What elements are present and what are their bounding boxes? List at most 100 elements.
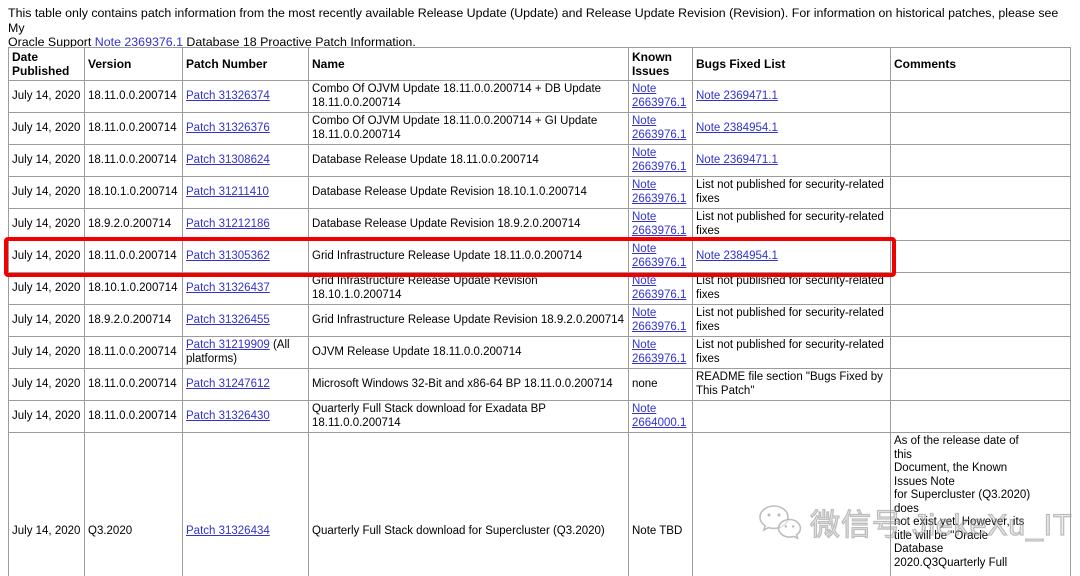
table-row: July 14, 202018.11.0.0.200714Patch 31305…: [9, 241, 1071, 273]
known-issues-link[interactable]: Note 2663976.1: [632, 83, 686, 109]
cell-date-published: July 14, 2020: [9, 81, 85, 113]
known-issues-link[interactable]: Note 2663976.1: [632, 211, 686, 237]
cell-version: 18.9.2.0.200714: [85, 209, 183, 241]
cell-date-published: July 14, 2020: [9, 113, 85, 145]
column-header-version: Version: [85, 48, 183, 81]
cell-version: 18.9.2.0.200714: [85, 305, 183, 337]
cell-bugs-fixed: List not published for security-related …: [693, 337, 891, 369]
patch-link[interactable]: Patch 31326434: [186, 525, 270, 537]
cell-name: Database Release Update 18.11.0.0.200714: [309, 145, 629, 177]
patch-link[interactable]: Patch 31247612: [186, 378, 270, 390]
cell-version: 18.11.0.0.200714: [85, 337, 183, 369]
known-issues-link[interactable]: Note 2663976.1: [632, 275, 686, 301]
cell-patch-number: Patch 31326455: [183, 305, 309, 337]
cell-name: Grid Infrastructure Release Update Revis…: [309, 305, 629, 337]
column-header-comments: Comments: [891, 48, 1071, 81]
bugs-fixed-text: List not published for security-related …: [696, 211, 884, 237]
bugs-fixed-link[interactable]: Note 2369471.1: [696, 90, 778, 102]
table-row: July 14, 202018.11.0.0.200714Patch 31219…: [9, 337, 1071, 369]
patch-link[interactable]: Patch 31326376: [186, 122, 270, 134]
table-row: July 14, 202018.11.0.0.200714Patch 31326…: [9, 81, 1071, 113]
table-row: July 14, 202018.11.0.0.200714Patch 31326…: [9, 113, 1071, 145]
cell-comments: [891, 337, 1071, 369]
cell-bugs-fixed: List not published for security-related …: [693, 305, 891, 337]
cell-bugs-fixed: Note 2369471.1: [693, 81, 891, 113]
cell-patch-number: Patch 31326374: [183, 81, 309, 113]
cell-comments: [891, 177, 1071, 209]
known-issues-link[interactable]: Note 2663976.1: [632, 179, 686, 205]
cell-date-published: July 14, 2020: [9, 401, 85, 433]
bugs-fixed-link[interactable]: Note 2369471.1: [696, 154, 778, 166]
cell-comments: [891, 81, 1071, 113]
cell-version: 18.11.0.0.200714: [85, 369, 183, 401]
patch-link[interactable]: Patch 31212186: [186, 218, 270, 230]
cell-known-issues: none: [629, 369, 693, 401]
cell-patch-number: Patch 31308624: [183, 145, 309, 177]
cell-comments: As of the release date of this Document,…: [891, 433, 1071, 576]
known-issues-link[interactable]: Note 2663976.1: [632, 339, 686, 365]
cell-version: 18.11.0.0.200714: [85, 113, 183, 145]
cell-known-issues: Note 2663976.1: [629, 337, 693, 369]
cell-name: Combo Of OJVM Update 18.11.0.0.200714 + …: [309, 113, 629, 145]
patch-link[interactable]: Patch 31308624: [186, 154, 270, 166]
known-issues-link[interactable]: Note 2663976.1: [632, 307, 686, 333]
cell-known-issues: Note TBD: [629, 433, 693, 576]
cell-date-published: July 14, 2020: [9, 305, 85, 337]
cell-date-published: July 14, 2020: [9, 145, 85, 177]
column-header-bugs: Bugs Fixed List: [693, 48, 891, 81]
intro-line1: This table only contains patch informati…: [8, 6, 1058, 35]
patch-link[interactable]: Patch 31326455: [186, 314, 270, 326]
cell-known-issues: Note 2663976.1: [629, 177, 693, 209]
cell-date-published: July 14, 2020: [9, 177, 85, 209]
column-header-known: Known Issues: [629, 48, 693, 81]
cell-comments: [891, 113, 1071, 145]
cell-comments: [891, 145, 1071, 177]
patch-link[interactable]: Patch 31326430: [186, 410, 270, 422]
patch-link[interactable]: Patch 31326374: [186, 90, 270, 102]
cell-bugs-fixed: Note 2384954.1: [693, 113, 891, 145]
cell-bugs-fixed: Note 2384954.1: [693, 241, 891, 273]
cell-bugs-fixed: [693, 401, 891, 433]
cell-bugs-fixed: List not published for security-related …: [693, 209, 891, 241]
cell-known-issues: Note 2663976.1: [629, 81, 693, 113]
cell-version: Q3.2020: [85, 433, 183, 576]
table-row: July 14, 202018.10.1.0.200714Patch 31326…: [9, 273, 1071, 305]
table-row: July 14, 202018.11.0.0.200714Patch 31247…: [9, 369, 1071, 401]
column-header-date: Date Published: [9, 48, 85, 81]
cell-known-issues: Note 2663976.1: [629, 305, 693, 337]
known-issues-link[interactable]: Note 2663976.1: [632, 147, 686, 173]
bugs-fixed-link[interactable]: Note 2384954.1: [696, 122, 778, 134]
patch-table: Date PublishedVersionPatch NumberNameKno…: [8, 47, 1071, 576]
cell-name: Microsoft Windows 32-Bit and x86-64 BP 1…: [309, 369, 629, 401]
table-row: July 14, 202018.11.0.0.200714Patch 31326…: [9, 401, 1071, 433]
cell-comments: [891, 273, 1071, 305]
cell-version: 18.11.0.0.200714: [85, 145, 183, 177]
cell-comments: [891, 209, 1071, 241]
patch-link[interactable]: Patch 31211410: [186, 186, 269, 198]
bugs-fixed-link[interactable]: Note 2384954.1: [696, 250, 778, 262]
table-row: July 14, 202018.11.0.0.200714Patch 31308…: [9, 145, 1071, 177]
bugs-fixed-text: List not published for security-related …: [696, 179, 884, 205]
cell-known-issues: Note 2663976.1: [629, 273, 693, 305]
known-issues-link[interactable]: Note 2664000.1: [632, 403, 686, 429]
column-header-name: Name: [309, 48, 629, 81]
table-row: July 14, 2020Q3.2020Patch 31326434Quarte…: [9, 433, 1071, 576]
patch-link[interactable]: Patch 31305362: [186, 250, 270, 262]
known-issues-link[interactable]: Note 2663976.1: [632, 115, 686, 141]
patch-link[interactable]: Patch 31219909: [186, 339, 270, 351]
cell-version: 18.11.0.0.200714: [85, 81, 183, 113]
cell-patch-number: Patch 31326434: [183, 433, 309, 576]
known-issues-link[interactable]: Note 2663976.1: [632, 243, 686, 269]
cell-name: Grid Infrastructure Release Update 18.11…: [309, 241, 629, 273]
patch-link[interactable]: Patch 31326437: [186, 282, 270, 294]
cell-date-published: July 14, 2020: [9, 209, 85, 241]
cell-known-issues: Note 2663976.1: [629, 145, 693, 177]
bugs-fixed-text: List not published for security-related …: [696, 307, 884, 333]
cell-name: Quarterly Full Stack download for Superc…: [309, 433, 629, 576]
bugs-fixed-text: README file section "Bugs Fixed by This …: [696, 371, 883, 397]
cell-comments: [891, 369, 1071, 401]
bugs-fixed-text: List not published for security-related …: [696, 275, 884, 301]
cell-patch-number: Patch 31219909 (All platforms): [183, 337, 309, 369]
page: This table only contains patch informati…: [0, 0, 1080, 576]
column-header-patch: Patch Number: [183, 48, 309, 81]
